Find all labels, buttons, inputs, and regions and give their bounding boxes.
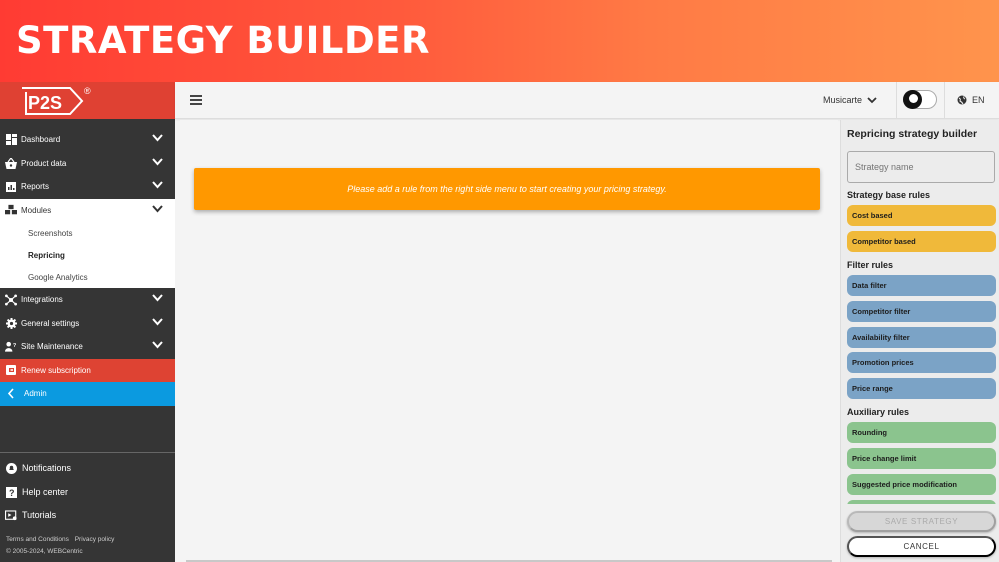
chevron-down-icon[interactable] — [152, 341, 163, 349]
chevron-down-icon[interactable] — [152, 317, 163, 326]
chevron-down-icon[interactable] — [152, 181, 163, 189]
sidebar-item-reports[interactable]: Reports — [0, 175, 175, 199]
rule-price-change-limit[interactable]: Price change limit — [847, 448, 996, 469]
account-selector[interactable]: Musicarte — [823, 95, 877, 105]
sidebar-divider — [0, 452, 175, 453]
panel-title: Repricing strategy builder — [847, 128, 978, 140]
cancel-button[interactable]: CANCEL — [847, 536, 996, 557]
chart-icon — [5, 181, 17, 193]
chevron-down-icon[interactable] — [152, 157, 163, 166]
chevron-left-icon — [5, 388, 17, 400]
submenu-item-google-analytics[interactable]: Google Analytics — [0, 266, 175, 288]
maintenance-icon: ? — [5, 341, 17, 353]
svg-text:P2S: P2S — [28, 93, 62, 113]
renew-subscription-label: Renew subscription — [21, 365, 91, 375]
renew-subscription-button[interactable]: Renew subscription — [0, 358, 175, 382]
language-selector[interactable]: EN — [957, 95, 985, 105]
topbar-divider — [944, 82, 945, 119]
menu-icon[interactable] — [190, 95, 202, 105]
help-center-link[interactable]: ? Help center — [5, 486, 68, 498]
rule-suggested-price-modification[interactable]: Suggested price modification — [847, 474, 996, 495]
topbar-divider — [896, 82, 897, 119]
alert-text: Please add a rule from the right side me… — [347, 184, 667, 194]
sidebar-item-general-settings[interactable]: General settings — [0, 312, 175, 336]
copyright: © 2005-2024, WEBCentric — [6, 548, 83, 555]
logo-area: P2S ® — [0, 82, 175, 119]
strategy-builder-panel: Repricing strategy builder Strategy base… — [840, 120, 999, 562]
language-label: EN — [972, 95, 985, 105]
rule-price-range[interactable]: Price range — [847, 378, 996, 399]
submenu-item-repricing[interactable]: Repricing — [0, 244, 175, 266]
subscription-icon — [5, 364, 17, 376]
tutorials-icon — [5, 509, 17, 521]
dark-mode-toggle[interactable] — [903, 90, 937, 109]
notifications-label: Notifications — [22, 463, 72, 473]
sidebar-item-label: General settings — [21, 318, 80, 328]
moon-icon — [903, 90, 922, 109]
rule-cost-based[interactable]: Cost based — [847, 205, 996, 226]
rule-rounding[interactable]: Rounding — [847, 422, 996, 443]
sidebar-item-modules[interactable]: Modules — [0, 198, 175, 222]
save-strategy-button[interactable]: SAVE STRATEGY — [847, 511, 996, 532]
p2s-logo[interactable]: P2S ® — [20, 84, 100, 118]
globe-icon — [957, 95, 967, 105]
sidebar-item-label: Reports — [21, 182, 50, 192]
sidebar-item-label: Integrations — [21, 295, 63, 305]
empty-strategy-alert: Please add a rule from the right side me… — [194, 168, 820, 210]
top-bar: Musicarte EN — [175, 82, 999, 119]
title-banner: STRATEGY BUILDER — [0, 0, 999, 82]
modules-submenu: Screenshots Repricing Google Analytics — [0, 222, 175, 288]
sidebar-item-label: Site Maintenance — [21, 342, 83, 352]
sidebar-item-label: Dashboard — [21, 135, 61, 145]
sidebar-item-product-data[interactable]: Product data — [0, 152, 175, 176]
rule-promotion-prices[interactable]: Promotion prices — [847, 352, 996, 373]
sidebar-item-dashboard[interactable]: Dashboard — [0, 128, 175, 152]
sidebar-item-label: Modules — [21, 205, 52, 215]
admin-label: Admin — [24, 389, 47, 399]
privacy-link[interactable]: Privacy policy — [75, 536, 115, 543]
rule-data-filter[interactable]: Data filter — [847, 275, 996, 296]
dashboard-icon — [5, 134, 17, 146]
rule-availability-filter[interactable]: Availability filter — [847, 327, 996, 348]
gear-icon — [5, 317, 17, 329]
tutorials-label: Tutorials — [22, 510, 57, 520]
tutorials-link[interactable]: Tutorials — [5, 509, 56, 521]
sidebar-item-site-maintenance[interactable]: ? Site Maintenance — [0, 335, 175, 359]
basket-icon — [5, 157, 17, 169]
modules-icon — [5, 204, 17, 216]
chevron-down-icon — [867, 96, 877, 103]
chevron-down-icon[interactable] — [152, 294, 163, 302]
section-base-rules: Strategy base rules — [847, 190, 931, 200]
strategy-name-input[interactable] — [847, 151, 995, 183]
bell-icon — [5, 462, 17, 474]
banner-title: STRATEGY BUILDER — [16, 19, 430, 62]
admin-button[interactable]: Admin — [0, 382, 175, 406]
rule-competitor-based[interactable]: Competitor based — [847, 231, 996, 252]
submenu-item-screenshots[interactable]: Screenshots — [0, 222, 175, 244]
help-center-label: Help center — [22, 487, 69, 497]
chevron-down-icon[interactable] — [152, 134, 163, 142]
section-filter-rules: Filter rules — [847, 260, 894, 270]
rule-competitor-filter[interactable]: Competitor filter — [847, 301, 996, 322]
svg-text:?: ? — [13, 343, 17, 349]
notifications-link[interactable]: Notifications — [5, 462, 71, 474]
integrations-icon — [5, 294, 17, 306]
chevron-down-icon[interactable] — [152, 204, 163, 213]
svg-text:®: ® — [84, 86, 91, 96]
account-name: Musicarte — [823, 95, 863, 105]
sidebar-item-label: Product data — [21, 158, 67, 168]
svg-text:?: ? — [9, 488, 15, 498]
section-auxiliary-rules: Auxiliary rules — [847, 407, 910, 417]
sidebar: P2S ® Dashboard Product data Reports Mod… — [0, 82, 175, 562]
main-content: Please add a rule from the right side me… — [180, 120, 838, 562]
footer-links: Terms and Conditions Privacy policy — [6, 536, 118, 543]
help-icon: ? — [5, 486, 17, 498]
sidebar-item-integrations[interactable]: Integrations — [0, 288, 175, 312]
terms-link[interactable]: Terms and Conditions — [6, 536, 69, 543]
